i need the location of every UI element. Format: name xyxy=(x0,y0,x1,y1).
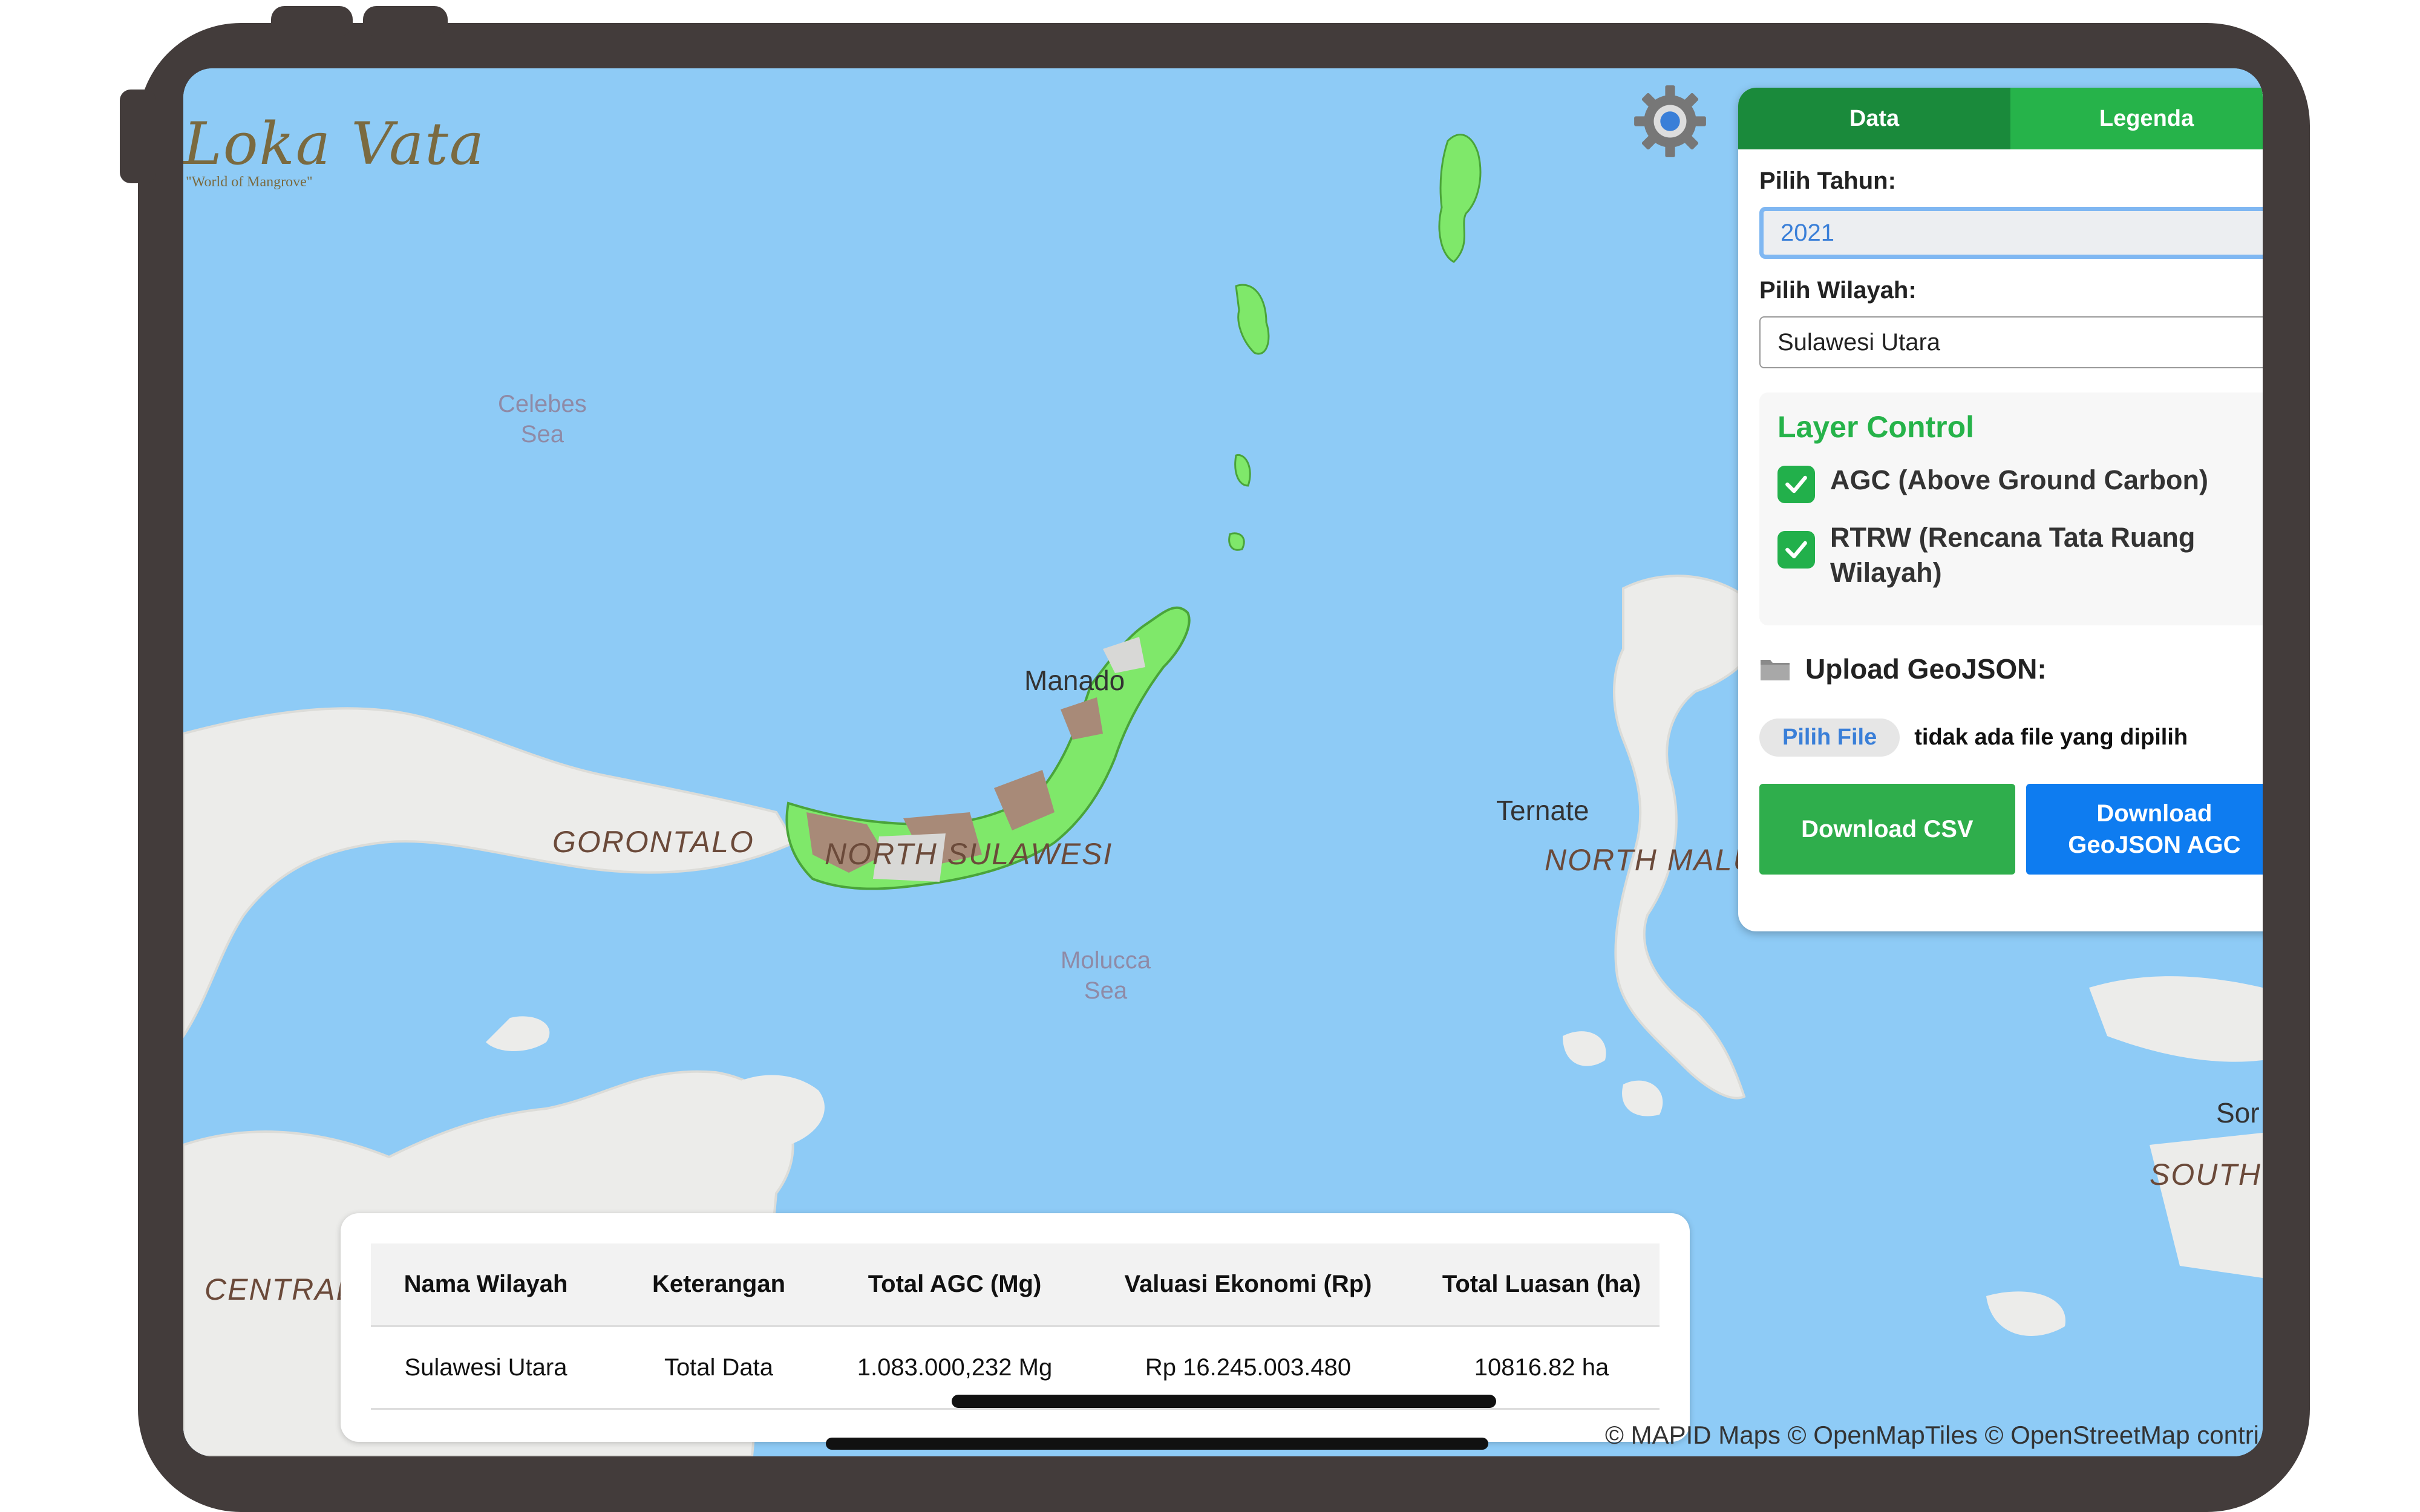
table-cell: Total Data xyxy=(664,1354,774,1381)
table-header-cell: Nama Wilayah xyxy=(404,1271,568,1297)
table-header-cell: Total AGC (Mg) xyxy=(868,1271,1042,1297)
download-geojson-button[interactable]: Download GeoJSON AGC xyxy=(2026,784,2263,875)
screen: Celebes Sea Molucca Sea Manado Ternate G… xyxy=(183,68,2263,1456)
region-label: Pilih Wilayah: xyxy=(1759,277,1917,304)
volume-button xyxy=(271,6,353,36)
layer-row-rtrw: RTRW (Rencana Tata Ruang Wilayah) xyxy=(1777,520,2263,590)
year-label: Pilih Tahun: xyxy=(1759,168,1896,194)
file-status: tidak ada file yang dipilih xyxy=(1914,725,2188,750)
map-attribution: © MAPID Maps © OpenMapTiles © OpenStreet… xyxy=(1605,1421,2260,1449)
map-label-manado: Manado xyxy=(1024,665,1125,696)
layer-control-title: Layer Control xyxy=(1777,410,1975,444)
layer-control: Layer Control AGC (Above Ground Carbon) … xyxy=(1759,393,2263,625)
map-label-sor: Sor xyxy=(2216,1097,2260,1129)
map-label-southwest: SOUTHW xyxy=(2150,1158,2263,1191)
map-label-celebes-sea: Celebes Sea xyxy=(498,391,587,448)
power-button xyxy=(363,6,448,36)
app-logo: Loka Vata "World of Mangrove" xyxy=(183,114,485,191)
table-cell: 1.083.000,232 Mg xyxy=(857,1354,1053,1381)
checkbox-checked-icon[interactable] xyxy=(1777,531,1815,569)
table-cell: Rp 16.245.003.480 xyxy=(1145,1354,1352,1381)
summary-table: Nama Wilayah Keterangan Total AGC (Mg) V… xyxy=(371,1243,1660,1410)
download-csv-button[interactable]: Download CSV xyxy=(1759,784,2015,875)
file-picker: Pilih File tidak ada file yang dipilih xyxy=(1759,719,2263,757)
layer-row-agc: AGC (Above Ground Carbon) xyxy=(1777,463,2263,503)
layer-label-rtrw: RTRW (Rencana Tata Ruang Wilayah) xyxy=(1830,522,2196,588)
region-select[interactable]: Sulawesi Utara xyxy=(1759,316,2263,368)
table-header-row: Nama Wilayah Keterangan Total AGC (Mg) V… xyxy=(371,1243,1660,1325)
logo-title: Loka Vata xyxy=(183,110,486,178)
choose-file-button[interactable]: Pilih File xyxy=(1759,719,1900,757)
layer-label-agc: AGC (Above Ground Carbon) xyxy=(1830,464,2208,495)
tab-legenda[interactable]: Legenda xyxy=(2010,88,2263,149)
upload-section: Upload GeoJSON: xyxy=(1759,653,2263,685)
table-cell: Sulawesi Utara xyxy=(404,1354,567,1381)
download-buttons: Download CSV Download GeoJSON AGC xyxy=(1759,784,2263,875)
upload-label: Upload GeoJSON: xyxy=(1805,653,2047,685)
map-label-ternate: Ternate xyxy=(1496,795,1589,826)
panel-tabs: Data Legenda xyxy=(1738,88,2263,149)
year-select[interactable]: 2021 xyxy=(1759,207,2263,259)
map-label-gorontalo: GORONTALO xyxy=(552,825,754,859)
tab-data[interactable]: Data xyxy=(1738,88,2010,149)
home-indicator[interactable] xyxy=(826,1438,1488,1450)
side-button xyxy=(120,90,156,183)
control-panel: Data Legenda Pilih Tahun: 2021 Pilih Wil… xyxy=(1738,88,2263,931)
folder-icon xyxy=(1761,660,1790,680)
map-label-north-sulawesi: NORTH SULAWESI xyxy=(825,837,1113,871)
map-label-molucca-sea: Molucca Sea xyxy=(1061,947,1151,1004)
table-header-cell: Keterangan xyxy=(652,1271,786,1297)
table-cell: 10816.82 ha xyxy=(1474,1354,1609,1381)
table-header-cell: Valuasi Ekonomi (Rp) xyxy=(1124,1271,1372,1297)
land-island-n4 xyxy=(1228,532,1245,551)
table-header-cell: Total Luasan (ha) xyxy=(1442,1271,1641,1297)
map-label-north-maluku: NORTH MALU xyxy=(1545,843,1756,877)
checkbox-checked-icon[interactable] xyxy=(1777,466,1815,503)
table-scrollbar[interactable] xyxy=(952,1395,1496,1408)
gear-icon[interactable] xyxy=(1629,80,1711,162)
